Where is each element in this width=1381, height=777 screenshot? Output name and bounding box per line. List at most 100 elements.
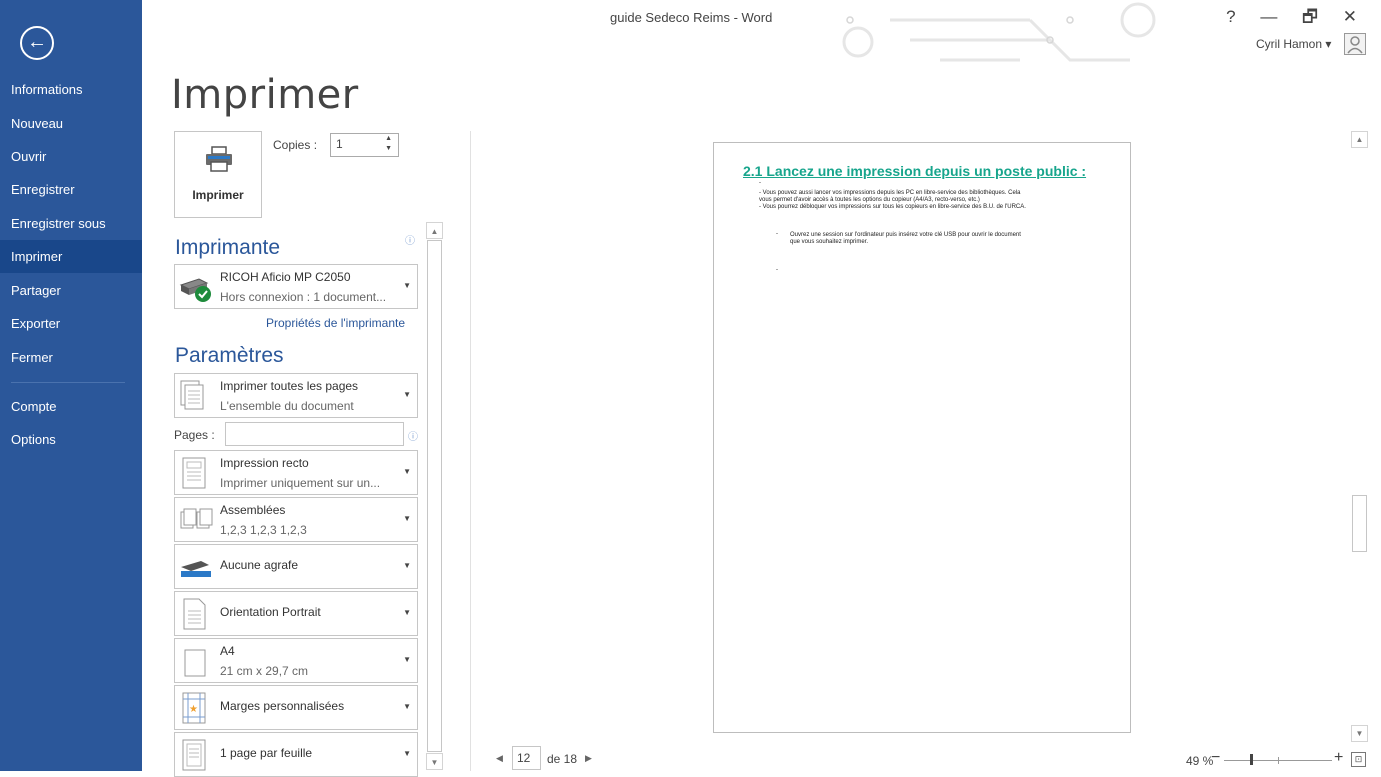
preview-line: Ouvrez une session sur l'ordinateur puis… — [790, 232, 1021, 238]
printer-section-title: Imprimante — [175, 236, 281, 259]
preview-line: - Vous pourrez débloquer vos impressions… — [759, 204, 1026, 210]
preview-bullet: - — [776, 231, 778, 237]
copies-stepper[interactable]: 1 ▲ ▼ — [330, 133, 399, 157]
paper-size-label: A4 — [220, 644, 235, 658]
paper-size-detail: 21 cm x 29,7 cm — [220, 664, 309, 678]
help-icon[interactable]: ? — [1226, 7, 1245, 26]
chevron-down-icon: ▼ — [403, 281, 411, 290]
preview-line: - Vous pouvez aussi lancer vos impressio… — [759, 190, 1021, 196]
nav-item-nouveau[interactable]: Nouveau — [0, 107, 142, 140]
nav-item-compte[interactable]: Compte — [0, 390, 142, 423]
window-controls[interactable]: ? — 🗗 ✕ — [1226, 4, 1367, 33]
staple-label: Aucune agrafe — [220, 558, 299, 572]
circuit-decoration — [842, 2, 1156, 62]
print-range-detail: L'ensemble du document — [220, 399, 354, 413]
svg-text:★: ★ — [189, 704, 198, 715]
margins-label: Marges personnalisées — [220, 699, 345, 713]
print-preview-page: 2.1 Lancez une impression depuis un post… — [713, 142, 1131, 733]
scrollbar-thumb[interactable] — [427, 240, 442, 752]
chevron-down-icon: ▼ — [403, 390, 411, 399]
orientation-select[interactable]: Orientation Portrait ▼ — [174, 591, 418, 636]
nav-item-options[interactable]: Options — [0, 423, 142, 456]
back-arrow-icon[interactable]: ← — [20, 26, 54, 60]
page-number-input[interactable]: 12 — [512, 746, 541, 770]
pages-input[interactable] — [225, 422, 404, 446]
nav-item-informations[interactable]: Informations — [0, 73, 142, 106]
document-pages-icon — [180, 380, 204, 410]
close-icon[interactable]: ✕ — [1343, 7, 1367, 26]
sides-detail: Imprimer uniquement sur un... — [220, 476, 381, 490]
sides-select[interactable]: Impression recto Imprimer uniquement sur… — [174, 450, 418, 495]
zoom-slider-thumb[interactable] — [1250, 754, 1253, 765]
scroll-up-icon[interactable]: ▲ — [426, 222, 443, 239]
user-name[interactable]: Cyril Hamon ▾ — [1256, 37, 1331, 51]
copies-value[interactable]: 1 — [336, 137, 343, 151]
scrollbar-thumb[interactable] — [1352, 495, 1367, 552]
scroll-down-icon[interactable]: ▼ — [1351, 725, 1368, 742]
stapler-icon — [181, 561, 211, 577]
nav-item-enregistrer-sous[interactable]: Enregistrer sous — [0, 207, 142, 240]
chevron-down-icon: ▼ — [403, 561, 411, 570]
nav-divider — [11, 382, 125, 383]
portrait-page-icon — [183, 598, 206, 630]
chevron-down-icon: ▼ — [403, 749, 411, 758]
zoom-to-page-icon[interactable]: ⊡ — [1351, 752, 1366, 767]
paper-size-icon — [184, 649, 206, 677]
chevron-down-icon: ▼ — [403, 467, 411, 476]
collation-detail: 1,2,3 1,2,3 1,2,3 — [220, 523, 307, 537]
pages-per-sheet-select[interactable]: 1 page par feuille ▼ — [174, 732, 418, 777]
page-count: de 18 — [547, 752, 578, 766]
chevron-down-icon: ▼ — [403, 514, 411, 523]
preview-dash: - — [776, 267, 778, 273]
zoom-level[interactable]: 49 % — [1186, 754, 1213, 768]
settings-scrollbar[interactable]: ▲ ▼ — [426, 222, 443, 771]
page-title: Imprimer — [171, 72, 359, 118]
sides-label: Impression recto — [220, 456, 309, 470]
scroll-down-icon[interactable]: ▼ — [426, 753, 443, 770]
print-button[interactable]: Imprimer — [174, 131, 262, 218]
one-sided-icon — [182, 457, 206, 489]
collated-icon — [180, 508, 213, 529]
nav-item-enregistrer[interactable]: Enregistrer — [0, 173, 142, 206]
settings-section-title: Paramètres — [175, 344, 284, 367]
print-range-label: Imprimer toutes les pages — [220, 379, 359, 393]
nav-item-imprimer[interactable]: Imprimer — [0, 240, 142, 273]
collation-select[interactable]: Assemblées 1,2,3 1,2,3 1,2,3 ▼ — [174, 497, 418, 542]
nav-item-partager[interactable]: Partager — [0, 274, 142, 307]
zoom-in-icon[interactable]: + — [1334, 749, 1343, 767]
margins-icon: ★ — [182, 692, 206, 724]
print-range-select[interactable]: Imprimer toutes les pages L'ensemble du … — [174, 373, 418, 418]
preview-scrollbar[interactable]: ▲ ▼ — [1351, 131, 1368, 742]
staple-select[interactable]: Aucune agrafe ▼ — [174, 544, 418, 589]
preview-line: vous permet d'avoir accès à toutes les o… — [759, 197, 980, 203]
restore-icon[interactable]: 🗗 — [1302, 7, 1328, 26]
nav-item-exporter[interactable]: Exporter — [0, 307, 142, 340]
zoom-out-icon[interactable]: − — [1211, 749, 1220, 767]
collation-label: Assemblées — [220, 503, 286, 517]
info-icon[interactable]: ⓘ — [405, 232, 415, 247]
printer-name: RICOH Aficio MP C2050 — [220, 270, 351, 284]
nav-item-ouvrir[interactable]: Ouvrir — [0, 140, 142, 173]
printer-status-icon — [179, 278, 211, 302]
printer-select[interactable]: RICOH Aficio MP C2050 Hors connexion : 1… — [174, 264, 418, 309]
scroll-up-icon[interactable]: ▲ — [1351, 131, 1368, 148]
info-icon[interactable]: ⓘ — [408, 428, 418, 443]
minimize-icon[interactable]: — — [1260, 7, 1287, 26]
next-page-icon[interactable]: ▶ — [585, 753, 592, 764]
copies-spin-icon[interactable]: ▲ ▼ — [385, 134, 392, 154]
margins-select[interactable]: ★ Marges personnalisées ▼ — [174, 685, 418, 730]
paper-size-select[interactable]: A4 21 cm x 29,7 cm ▼ — [174, 638, 418, 683]
backstage-sidebar: ← Informations Nouveau Ouvrir Enregistre… — [0, 0, 142, 771]
panel-divider — [470, 131, 471, 771]
user-avatar-icon[interactable] — [1344, 33, 1366, 55]
preview-line: que vous souhaitez imprimer. — [790, 239, 869, 245]
printer-icon — [206, 146, 232, 172]
preview-dash: - — [759, 180, 761, 186]
print-button-label: Imprimer — [192, 188, 244, 202]
zoom-slider-tick — [1278, 757, 1279, 764]
chevron-down-icon: ▼ — [403, 608, 411, 617]
preview-heading: 2.1 Lancez une impression depuis un post… — [743, 163, 1087, 179]
nav-item-fermer[interactable]: Fermer — [0, 341, 142, 374]
previous-page-icon[interactable]: ◀ — [496, 753, 503, 764]
printer-properties-link[interactable]: Propriétés de l'imprimante — [266, 316, 405, 330]
